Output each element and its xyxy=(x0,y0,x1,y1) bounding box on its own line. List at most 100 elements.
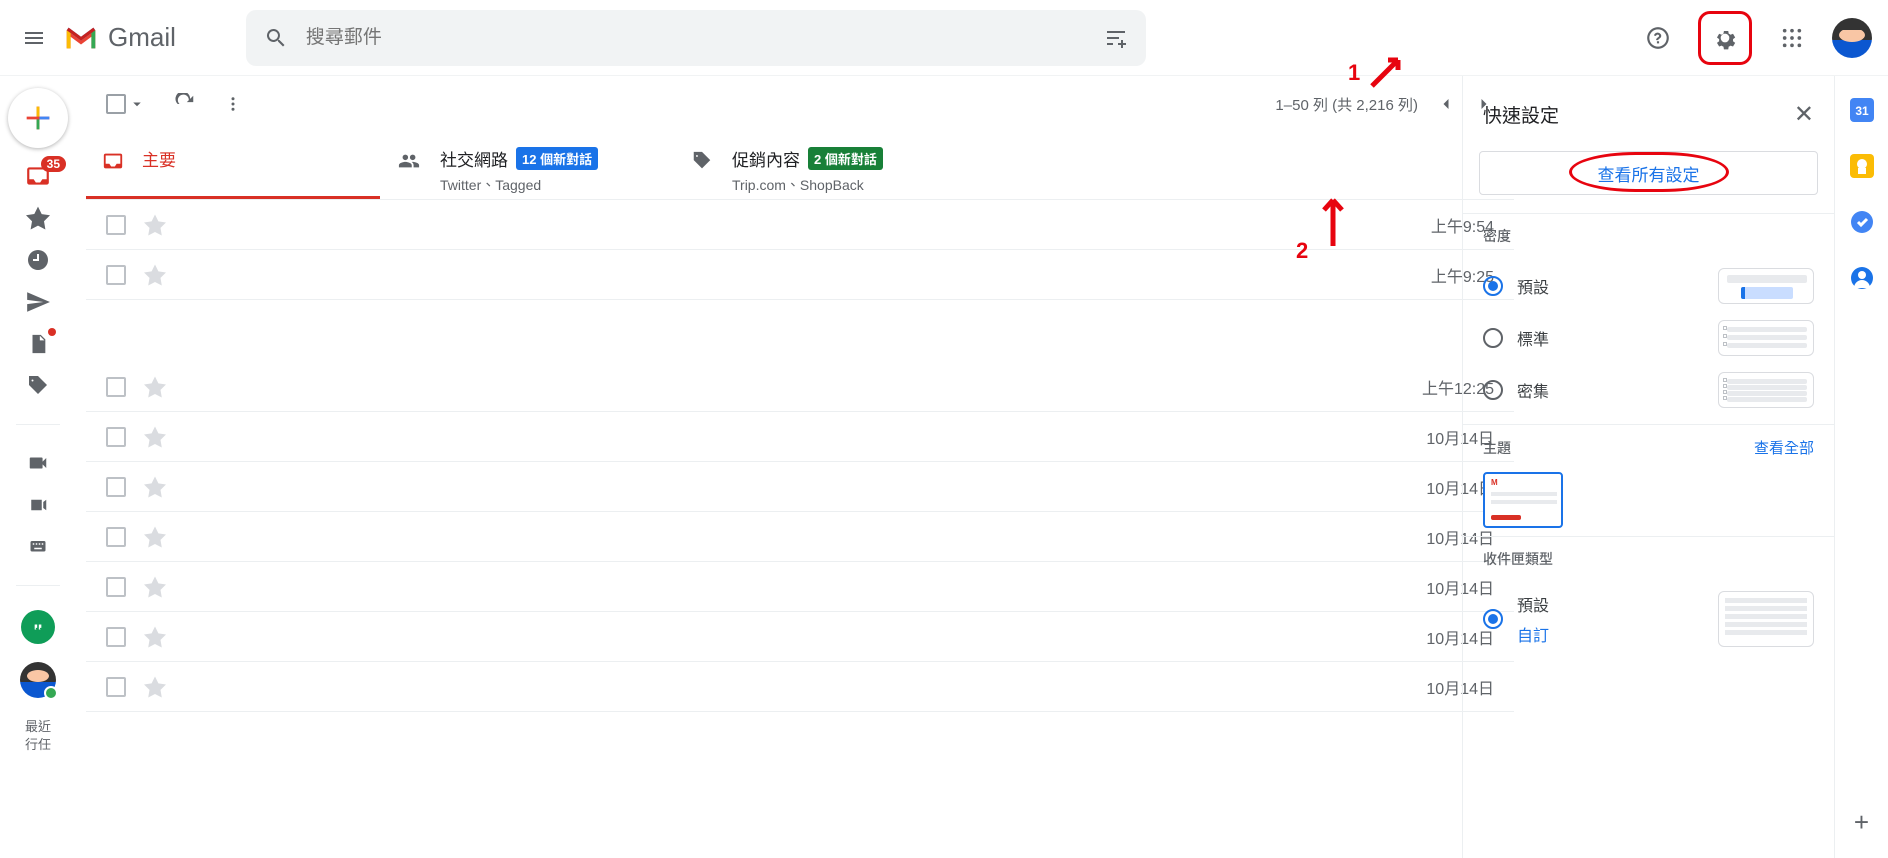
star-icon[interactable] xyxy=(144,576,166,598)
add-app-button[interactable]: + xyxy=(1854,807,1869,838)
message-row[interactable]: 10月14日 xyxy=(86,612,1514,662)
message-row[interactable]: 上午9:25 xyxy=(86,250,1514,300)
row-checkbox[interactable] xyxy=(106,677,126,697)
contacts-app-icon[interactable] xyxy=(1850,266,1874,290)
star-icon[interactable] xyxy=(144,626,166,648)
radio-icon[interactable] xyxy=(1483,609,1503,629)
divider xyxy=(16,424,60,425)
star-icon[interactable] xyxy=(144,214,166,236)
theme-option-default[interactable] xyxy=(1483,472,1563,528)
tune-icon[interactable] xyxy=(1104,26,1128,50)
density-preview-compact xyxy=(1718,372,1814,408)
star-icon[interactable] xyxy=(144,526,166,548)
radio-icon[interactable] xyxy=(1483,328,1503,348)
sidebar-starred[interactable] xyxy=(24,204,52,232)
calendar-app-icon[interactable]: 31 xyxy=(1850,98,1874,122)
refresh-button[interactable] xyxy=(174,93,196,115)
option-label: 密集 xyxy=(1517,378,1549,402)
side-apps-rail: 31 + xyxy=(1834,76,1888,858)
sidebar-categories[interactable] xyxy=(24,372,52,400)
tab-label: 主要 xyxy=(142,146,176,171)
tab-badge: 2 個新對話 xyxy=(808,147,883,170)
main-area: 1–50 列 (共 2,216 列) 主要 社交網路12 個新對話 Twitte… xyxy=(86,76,1514,858)
sidebar-drafts[interactable] xyxy=(24,330,52,358)
message-row[interactable]: 10月14日 xyxy=(86,412,1514,462)
search-input[interactable] xyxy=(306,27,1104,49)
toolbar: 1–50 列 (共 2,216 列) xyxy=(86,76,1514,132)
tasks-app-icon[interactable] xyxy=(1850,210,1874,234)
density-default[interactable]: 預設 xyxy=(1483,260,1814,312)
keep-app-icon[interactable] xyxy=(1850,154,1874,178)
tab-primary[interactable]: 主要 xyxy=(86,132,380,199)
settings-highlight xyxy=(1698,11,1752,65)
theme-view-all-link[interactable]: 查看全部 xyxy=(1754,437,1814,458)
density-standard[interactable]: 標準 xyxy=(1483,312,1814,364)
more-button[interactable] xyxy=(224,93,242,115)
section-title: 密度 xyxy=(1483,226,1814,246)
row-checkbox[interactable] xyxy=(106,427,126,447)
message-row[interactable]: 10月14日 xyxy=(86,662,1514,712)
pagination-label: 1–50 列 (共 2,216 列) xyxy=(1275,94,1418,115)
close-button[interactable]: ✕ xyxy=(1794,100,1814,129)
row-checkbox[interactable] xyxy=(106,577,126,597)
star-icon[interactable] xyxy=(144,676,166,698)
search-box[interactable] xyxy=(246,10,1146,66)
help-button[interactable] xyxy=(1636,16,1680,60)
message-row[interactable]: 10月14日 xyxy=(86,562,1514,612)
inbox-badge: 35 xyxy=(41,156,66,172)
inbox-type-default[interactable]: 預設 自訂 xyxy=(1483,583,1814,655)
message-row[interactable]: 上午12:25 xyxy=(86,362,1514,412)
tab-label: 促銷內容 xyxy=(732,146,800,171)
message-row[interactable]: 10月14日 xyxy=(86,512,1514,562)
tab-social[interactable]: 社交網路12 個新對話 Twitter、Tagged xyxy=(380,132,674,199)
quick-settings-panel: 快速設定 ✕ 查看所有設定 密度 預設 標準 密集 主題 查看全部 收件匣類型 … xyxy=(1462,76,1834,858)
theme-section: 主題 查看全部 xyxy=(1463,424,1834,536)
star-icon[interactable] xyxy=(144,376,166,398)
density-compact[interactable]: 密集 xyxy=(1483,364,1814,416)
menu-icon[interactable] xyxy=(22,26,46,50)
option-label: 標準 xyxy=(1517,326,1549,350)
inbox-type-section: 收件匣類型 預設 自訂 xyxy=(1463,536,1834,663)
sidebar-inbox[interactable]: 35 xyxy=(24,162,52,190)
row-checkbox[interactable] xyxy=(106,627,126,647)
radio-icon[interactable] xyxy=(1483,276,1503,296)
message-row[interactable]: 10月14日 xyxy=(86,462,1514,512)
radio-icon[interactable] xyxy=(1483,380,1503,400)
gmail-logo-icon xyxy=(64,25,98,51)
sidebar-sent[interactable] xyxy=(24,288,52,316)
row-checkbox[interactable] xyxy=(106,265,126,285)
message-row[interactable]: 上午9:54 xyxy=(86,200,1514,250)
sidebar-hangouts[interactable] xyxy=(21,610,55,644)
sidebar-snoozed[interactable] xyxy=(24,246,52,274)
sidebar-meet[interactable] xyxy=(24,449,52,477)
divider xyxy=(16,585,60,586)
account-avatar[interactable] xyxy=(1832,18,1872,58)
density-preview-default xyxy=(1718,268,1814,304)
customize-link[interactable]: 自訂 xyxy=(1517,622,1549,646)
left-nav: 35 最近行任 xyxy=(0,76,76,858)
option-label: 預設 xyxy=(1517,274,1549,298)
sidebar-recent-label: 最近行任 xyxy=(25,718,51,754)
select-all-checkbox[interactable] xyxy=(106,94,126,114)
sidebar-meet-join[interactable] xyxy=(24,491,52,519)
row-checkbox[interactable] xyxy=(106,477,126,497)
settings-button[interactable] xyxy=(1703,16,1747,60)
inbox-type-preview xyxy=(1718,591,1814,647)
row-checkbox[interactable] xyxy=(106,377,126,397)
sidebar-chat-avatar[interactable] xyxy=(20,662,56,698)
apps-button[interactable] xyxy=(1770,16,1814,60)
compose-button[interactable] xyxy=(8,88,68,148)
sidebar-keyboard[interactable] xyxy=(24,533,52,561)
select-dropdown-icon[interactable] xyxy=(128,95,146,113)
star-icon[interactable] xyxy=(144,476,166,498)
plus-icon xyxy=(21,101,55,135)
row-checkbox[interactable] xyxy=(106,215,126,235)
tab-promotions[interactable]: 促銷內容2 個新對話 Trip.com、ShopBack xyxy=(674,132,968,199)
view-all-settings-button[interactable]: 查看所有設定 xyxy=(1479,151,1818,195)
gmail-logo[interactable]: Gmail xyxy=(64,22,176,53)
tab-sublabel: Twitter、Tagged xyxy=(440,175,598,195)
star-icon[interactable] xyxy=(144,426,166,448)
prev-page-button[interactable] xyxy=(1436,94,1456,114)
row-checkbox[interactable] xyxy=(106,527,126,547)
star-icon[interactable] xyxy=(144,264,166,286)
